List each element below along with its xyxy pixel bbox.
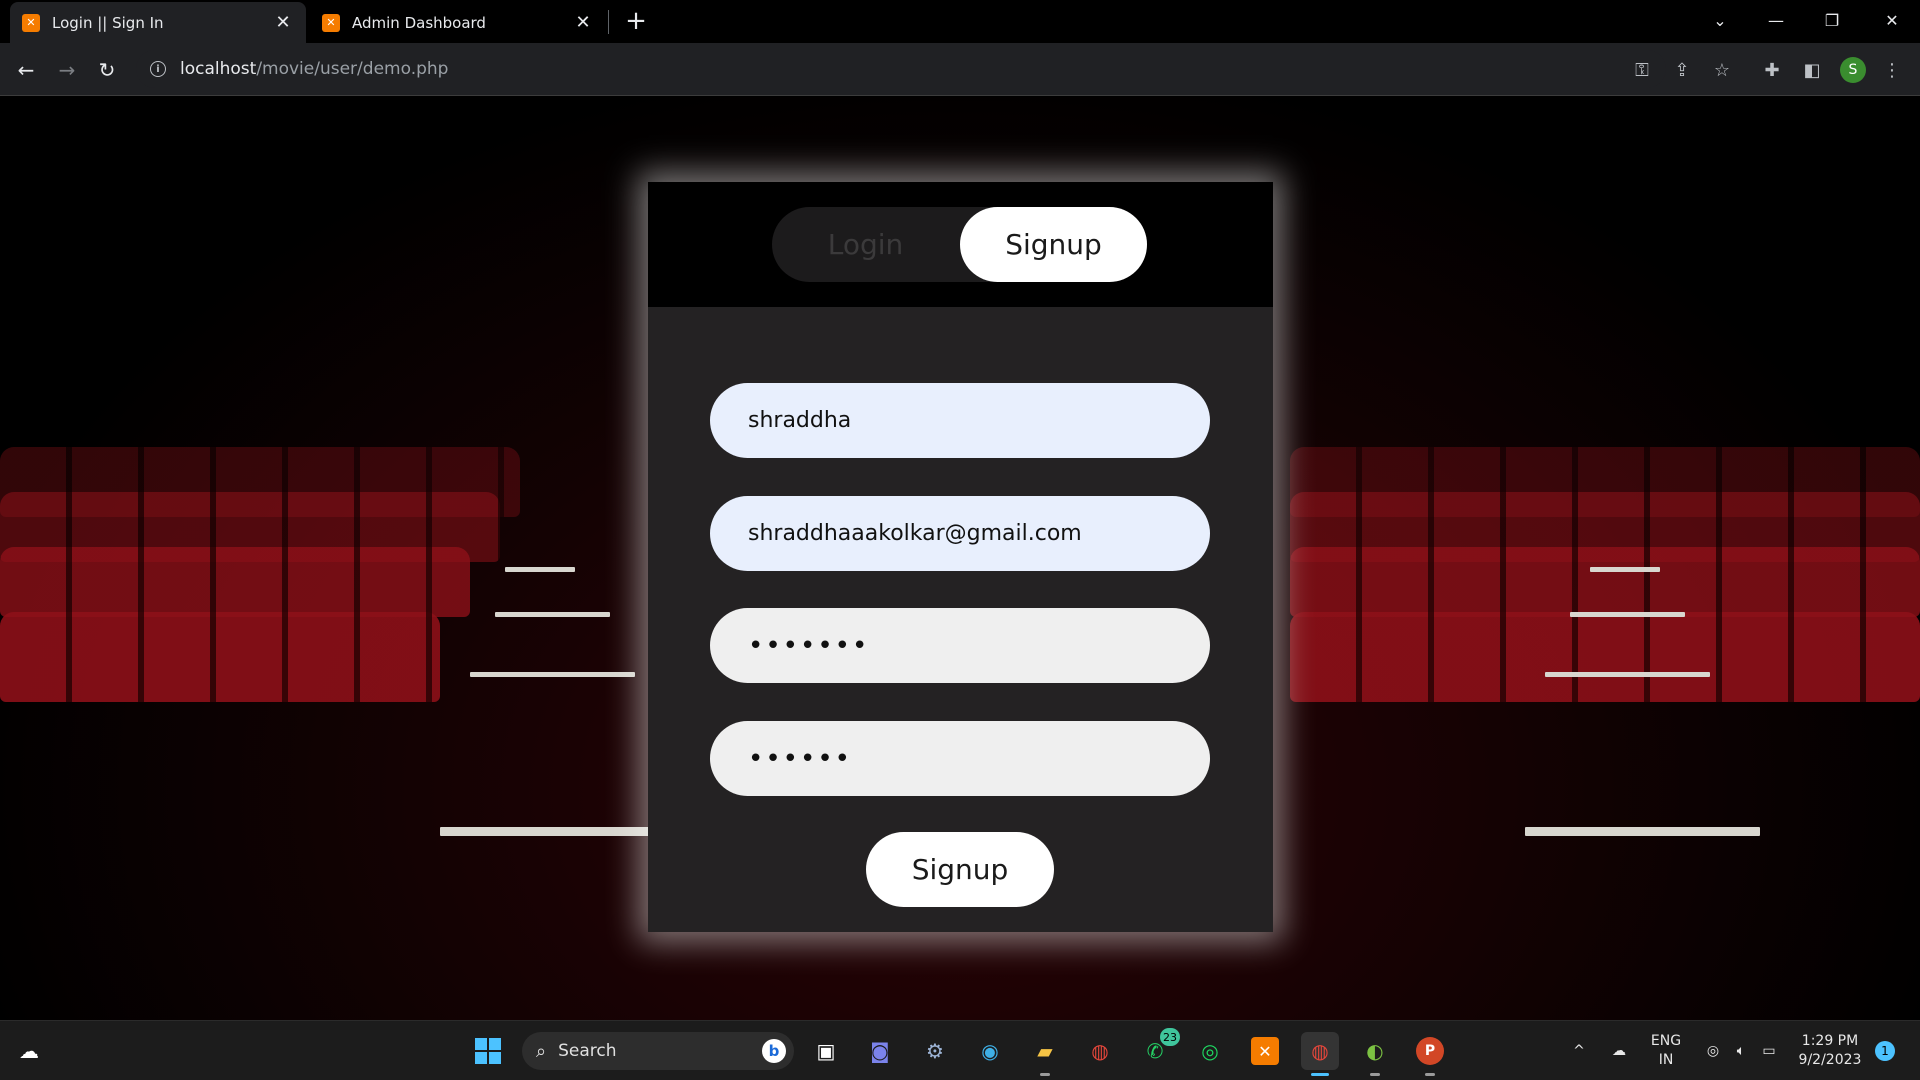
spotify-icon[interactable]: ◎ [1191, 1032, 1229, 1070]
language-line2: IN [1658, 1052, 1674, 1068]
settings-gear-icon[interactable]: ⚙ [916, 1032, 954, 1070]
onedrive-icon[interactable]: ☁ [1604, 1021, 1634, 1080]
xampp-icon[interactable]: ✕ [1246, 1032, 1284, 1070]
tab-title: Admin Dashboard [352, 13, 486, 32]
signup-toggle-button[interactable]: Signup [960, 207, 1147, 282]
tab-search-chevron-icon[interactable]: ⌄ [1692, 0, 1748, 40]
login-toggle-button[interactable]: Login [772, 207, 959, 282]
windows-taskbar: ☁ ⌕ Search b ▣ ◙ ⚙ ◉ ▰ ◍ ✆ 23 ◎ ✕ ◍ ◐ P ^… [0, 1020, 1920, 1080]
menu-kebab-icon[interactable]: ⋮ [1878, 56, 1906, 84]
windows-logo-icon [475, 1038, 501, 1064]
xampp-favicon-icon: ✕ [22, 13, 40, 32]
teams-chat-icon[interactable]: ◙ [861, 1032, 899, 1070]
language-indicator[interactable]: ENG IN [1644, 1021, 1688, 1080]
volume-icon[interactable]: 🔈︎ [1728, 1021, 1754, 1080]
password-key-icon[interactable]: ⚿ [1628, 56, 1656, 84]
minimize-icon[interactable]: — [1748, 0, 1804, 40]
share-icon[interactable]: ⇪ [1668, 56, 1696, 84]
browser-toolbar: ← → ↻ i localhost/movie/user/demo.php ⚿ … [0, 43, 1920, 96]
extensions-puzzle-icon[interactable]: ✚ [1758, 56, 1786, 84]
clock[interactable]: 1:29 PM 9/2/2023 [1790, 1021, 1870, 1080]
battery-icon[interactable]: ▭ [1756, 1021, 1782, 1080]
site-info-icon[interactable]: i [150, 61, 166, 77]
bing-icon[interactable]: b [762, 1039, 786, 1063]
task-view-icon[interactable]: ▣ [807, 1032, 845, 1070]
url-path: /movie/user/demo.php [256, 59, 449, 79]
tab-admin-dashboard[interactable]: ✕ Admin Dashboard ✕ [310, 2, 606, 43]
close-tab-icon[interactable]: ✕ [572, 12, 594, 33]
bookmark-star-icon[interactable]: ☆ [1708, 56, 1736, 84]
new-tab-button[interactable]: + [620, 6, 652, 38]
close-tab-icon[interactable]: ✕ [272, 12, 294, 33]
signup-submit-button[interactable]: Signup [866, 832, 1054, 907]
tab-title: Login || Sign In [52, 13, 164, 32]
clock-date: 9/2/2023 [1798, 1052, 1862, 1068]
url-text: localhost/movie/user/demo.php [180, 59, 448, 79]
url-host: localhost [180, 59, 257, 79]
auth-card-header: Login Signup [648, 182, 1273, 307]
xampp-favicon-icon: ✕ [322, 13, 340, 32]
search-label: Search [558, 1041, 617, 1061]
whatsapp-icon[interactable]: ✆ 23 [1136, 1028, 1180, 1070]
browser-tab-strip: ✕ Login || Sign In ✕ ✕ Admin Dashboard ✕… [0, 0, 1920, 43]
profile-avatar[interactable]: S [1840, 57, 1866, 83]
language-line1: ENG [1650, 1033, 1682, 1049]
chrome-icon[interactable]: ◍ [1081, 1032, 1119, 1070]
confirm-password-field[interactable]: •••••• [710, 721, 1210, 796]
windows-start-icon[interactable] [469, 1032, 507, 1070]
email-field[interactable]: shraddhaaakolkar@gmail.com [710, 496, 1210, 571]
back-arrow-icon[interactable]: ← [10, 54, 42, 86]
restore-icon[interactable]: ❐ [1804, 0, 1860, 40]
weather-widget-icon[interactable]: ☁ [10, 1032, 48, 1070]
forward-arrow-icon[interactable]: → [51, 54, 83, 86]
search-icon: ⌕ [536, 1040, 547, 1062]
tab-login-signin[interactable]: ✕ Login || Sign In ✕ [10, 2, 306, 43]
taskbar-search[interactable]: ⌕ Search b [522, 1032, 794, 1070]
eclipse-ide-icon[interactable]: ◐ [1356, 1032, 1394, 1076]
edge-browser-icon[interactable]: ◉ [971, 1032, 1009, 1070]
address-bar[interactable]: i localhost/movie/user/demo.php [136, 50, 1666, 88]
auth-card: Login Signup shraddha shraddhaaakolkar@g… [648, 182, 1273, 932]
notification-count-badge[interactable]: 1 [1875, 1041, 1895, 1061]
login-signup-toggle: Login Signup [772, 207, 1147, 282]
close-window-icon[interactable]: ✕ [1864, 0, 1920, 40]
password-field[interactable]: ••••••• [710, 608, 1210, 683]
network-globe-icon[interactable]: ◎ [1700, 1021, 1726, 1080]
powerpoint-icon[interactable]: P [1411, 1032, 1449, 1076]
clock-time: 1:29 PM [1801, 1033, 1859, 1049]
chrome-active-icon[interactable]: ◍ [1301, 1032, 1339, 1076]
show-hidden-icons-chevron-icon[interactable]: ^ [1564, 1021, 1594, 1080]
whatsapp-badge: 23 [1160, 1028, 1180, 1046]
file-explorer-icon[interactable]: ▰ [1026, 1032, 1064, 1076]
cinema-background: Login Signup shraddha shraddhaaakolkar@g… [0, 97, 1920, 1020]
tab-divider [608, 10, 609, 34]
reload-icon[interactable]: ↻ [91, 54, 123, 86]
username-field[interactable]: shraddha [710, 383, 1210, 458]
side-panel-icon[interactable]: ◧ [1798, 56, 1826, 84]
